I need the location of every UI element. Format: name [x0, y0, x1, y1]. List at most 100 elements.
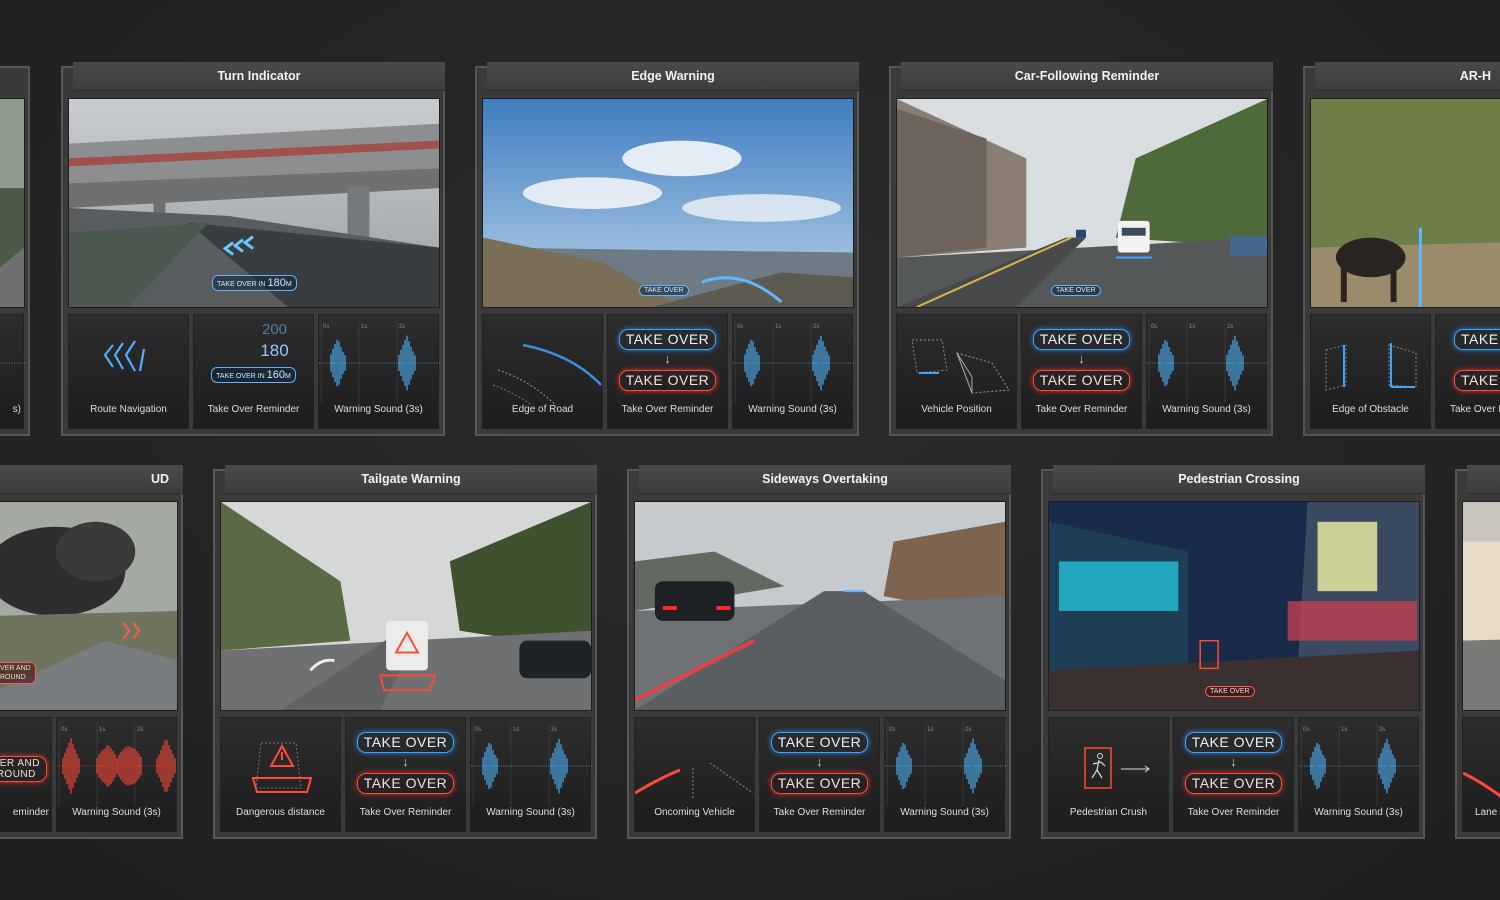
takeover-pill-red: TAKE OVER [356, 773, 455, 794]
panel-takeover-reminder: TAKE OVER ↓ TAKE OVER Take Over Reminder [759, 717, 880, 832]
panel-oncoming-vehicle: Oncoming Vehicle [634, 717, 755, 832]
takeover-pill-blue: TAKE OVER [770, 732, 869, 753]
time-tick-label: 2s [551, 727, 557, 733]
card-title: Tailgate Warning [225, 465, 597, 494]
panel-takeover-reminder: VER ANDROUND eminder [0, 717, 52, 832]
hud-takeover-around-tag: VER AND ROUND [0, 662, 36, 684]
panel-label: Take Over Reminder [359, 807, 452, 818]
panel-label: Take Over Reminder [1187, 807, 1280, 818]
time-tick-label: 1s [1189, 324, 1195, 330]
takeover-pill-blue: TAKE O [1454, 329, 1500, 350]
panel-label: Pedestrian Crush [1069, 807, 1148, 818]
time-tick-label: 2s [1379, 727, 1385, 733]
panel-label: Take Over Reminder [773, 807, 866, 818]
scene-image-city-night: TAKE OVER [1048, 501, 1420, 711]
countdown-160-tag: TAKE OVER IN 160M [211, 367, 296, 383]
time-tick-label: 2s [813, 324, 819, 330]
panel-label: Take Over Reminder [621, 404, 714, 415]
waveform-graphic: 0s 1s 2s [1147, 320, 1268, 403]
panel-label: Lane C [1475, 807, 1500, 818]
panel-label: Warning Sound (3s) [486, 807, 575, 818]
arrow-down: ↓ [816, 754, 823, 769]
countdown-200: 200 [261, 321, 288, 338]
panel-vehicle-position: Vehicle Position [896, 314, 1017, 429]
panel-takeover-reminder: TAKE OVER ↓ TAKE OVER Take Over Reminder [345, 717, 466, 832]
panel-warning-sound: 0s 1s 2s Warning Sound (3s) [1146, 314, 1268, 429]
scene-image-coastal-road: TAKE OVER [482, 98, 854, 308]
card-title: UD [0, 465, 183, 494]
countdown-180: 180 [260, 341, 289, 360]
card-turn-indicator[interactable]: Turn Indicator TAKE OVER IN 180M Route N… [61, 62, 445, 436]
panel-warning-sound: 0s 1s 2s Warning Sound (3s) [732, 314, 854, 429]
panel-label: Oncoming Vehicle [654, 807, 735, 818]
scene-image-van-ahead [220, 501, 592, 711]
takeover-pill-red: TAKE OVER [770, 773, 869, 794]
scene-image-street [1462, 501, 1500, 711]
takeover-pill-blue: TAKE OVER [1032, 329, 1131, 350]
card-ar-hud-partial[interactable]: AR-H Edge of Obstacle TAKE O TAKE O Take… [1303, 62, 1500, 436]
panel-lane-change: Lane C [1462, 717, 1500, 832]
panel-label: Warning Sound (3s) [1162, 404, 1251, 415]
takeover-pill-blue: TAKE OVER [356, 732, 455, 753]
card-car-following-reminder[interactable]: Car-Following Reminder TAKE OVER Vehicle… [889, 62, 1273, 436]
waveform-graphic: 0s 1s 2s [733, 320, 854, 403]
panel-warning-sound: 0s 1s 2s Warning Sound (3s) [1298, 717, 1420, 832]
panel-edge-of-obstacle: Edge of Obstacle [1310, 314, 1431, 429]
waveform-graphic: 0s 1s 2s [1299, 723, 1420, 806]
panel-warning-sound: 0s 1s 2s Warning Sound (3s) [470, 717, 592, 832]
panel-label: Warning Sound (3s) [1314, 807, 1403, 818]
panel-warning-sound: 0s 1s 2s Warning Sound (3s) [884, 717, 1006, 832]
panel-label: Route Navigation [90, 404, 167, 415]
card-edge-warning[interactable]: Edge Warning TAKE OVER Edge of Road TAKE… [475, 62, 859, 436]
scene-image-suburban-road: TAKE OVER [896, 98, 1268, 308]
takeover-pill-blue: TAKE OVER [1184, 732, 1283, 753]
panel-label: s) [12, 404, 21, 415]
panel-label: Warning Sound (3s) [72, 807, 161, 818]
time-tick-label: 0s [889, 727, 895, 733]
card-partial-left-top: s) [0, 66, 30, 436]
panel-pedestrian-crush: Pedestrian Crush [1048, 717, 1169, 832]
card-hud-partial[interactable]: UD VER ANDROUND VER ANDROUND eminder 0s 1… [0, 465, 183, 839]
panel-label: Edge of Obstacle [1332, 404, 1409, 415]
card-title: AR-H [1315, 62, 1500, 91]
card-title: Car-Following Reminder [901, 62, 1273, 91]
time-tick-label: 0s [737, 324, 743, 330]
scene-image [0, 98, 25, 308]
takeover-pill-red: TAKE OVER [618, 370, 717, 391]
panel-label: Warning Sound (3s) [900, 807, 989, 818]
gallery-canvas: s) Turn Indicator TAKE OVER IN 180M Rout… [0, 0, 1500, 900]
takeover-pill-red: TAKE OVER [1032, 370, 1131, 391]
time-tick-label: 2s [399, 324, 405, 330]
time-tick-label: 1s [1341, 727, 1347, 733]
panel-label: Take Over Reminder [207, 404, 300, 415]
card-pedestrian-crossing[interactable]: Pedestrian Crossing TAKE OVER Pedestrian… [1041, 465, 1425, 839]
waveform-graphic: 0s 1s 2s [319, 320, 440, 403]
panel-takeover-reminder: TAKE OVER ↓ TAKE OVER Take Over Reminder [607, 314, 728, 429]
panel-takeover-reminder: 200 180 TAKE OVER IN 160M Take Over Remi… [193, 314, 314, 429]
scene-image-horses [1310, 98, 1500, 308]
time-tick-label: 0s [323, 324, 329, 330]
takeover-pill-blue: TAKE OVER [618, 329, 717, 350]
panel-label: Vehicle Position [921, 404, 992, 415]
time-tick-label: 2s [965, 727, 971, 733]
takeover-pill-red: TAKE OVER [1184, 773, 1283, 794]
card-lane-partial[interactable]: Lane C [1455, 465, 1500, 839]
card-sideways-overtaking[interactable]: Sideways Overtaking Oncoming Vehicle TAK… [627, 465, 1011, 839]
scene-image-rainy-highway [634, 501, 1006, 711]
panel-route-navigation: Route Navigation [68, 314, 189, 429]
hud-takeover-tag: TAKE OVER IN 180M [212, 275, 297, 291]
time-tick-label: 2s [137, 727, 143, 733]
panel-dangerous-distance: Dangerous distance [220, 717, 341, 832]
arrow-down: ↓ [1230, 754, 1237, 769]
time-tick-label: 0s [475, 727, 481, 733]
card-title: Turn Indicator [73, 62, 445, 91]
card-tailgate-warning[interactable]: Tailgate Warning Dangerous distance TAKE… [213, 465, 597, 839]
arrow-down: ↓ [402, 754, 409, 769]
time-tick-label: 1s [513, 727, 519, 733]
takeover-pill-red: VER ANDROUND [0, 756, 47, 782]
takeover-pill-red: TAKE O [1454, 370, 1500, 391]
time-tick-label: 0s [1303, 727, 1309, 733]
panel-warning-sound: 0s 1s 2s Warning Sound (3s) [56, 717, 178, 832]
panel-label: Dangerous distance [236, 807, 325, 818]
card-title [1467, 465, 1500, 494]
